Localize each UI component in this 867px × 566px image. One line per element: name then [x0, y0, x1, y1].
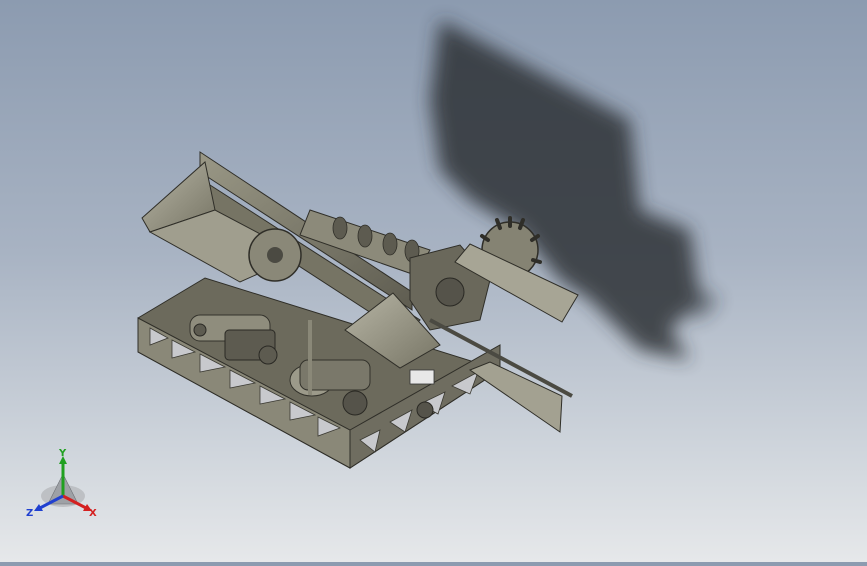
- lower-paddle: [468, 361, 563, 433]
- orientation-triad[interactable]: Y X Z: [22, 448, 108, 526]
- y-axis-label: Y: [58, 448, 67, 459]
- z-axis-label: Z: [26, 508, 33, 519]
- graphics-viewport[interactable]: Y X Z: [0, 0, 867, 562]
- x-axis-label: X: [89, 508, 97, 519]
- model-view[interactable]: [0, 0, 867, 562]
